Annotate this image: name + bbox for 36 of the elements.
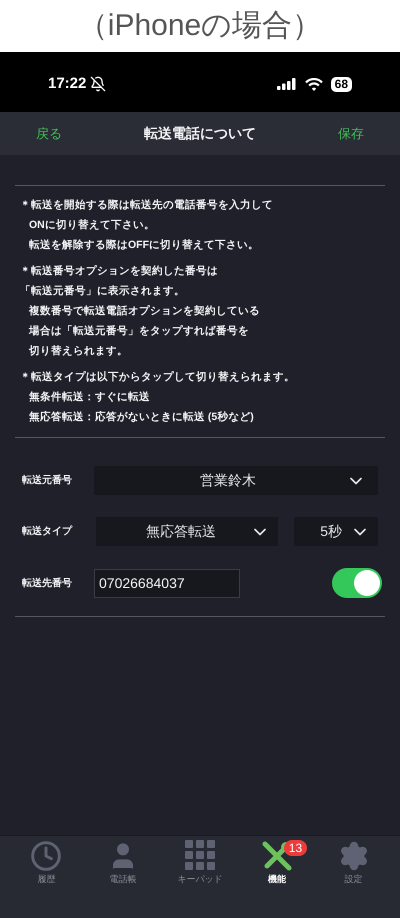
tab-bar-item[interactable]: 設定: [318, 840, 389, 884]
note-text: 無応答転送：応答がないときに転送 (5秒など): [28, 410, 255, 425]
destination-number-field[interactable]: 07026684037: [94, 568, 240, 598]
note-text: 切り替えられます。: [28, 344, 129, 359]
tab-bar-item[interactable]: 電話帳: [88, 840, 158, 884]
delay-dropdown[interactable]: 5秒: [294, 517, 378, 546]
save-button[interactable]: 保存: [338, 124, 364, 144]
note-text: 転送を解除する際はOFFに切り替えて下さい。: [28, 238, 260, 253]
note-text: 無条件転送：すぐに転送: [28, 390, 151, 405]
note-text: ＊転送タイプは以下からタップして切り替えられます。: [20, 370, 296, 385]
note-text: ONに切り替えて下さい。: [28, 218, 156, 233]
tab-bar-item[interactable]: 機能 13: [242, 840, 312, 884]
source-number-dropdown[interactable]: 営業鈴木: [94, 466, 378, 495]
signal-icon: [276, 78, 297, 90]
keypad-icon: [184, 840, 215, 870]
note-text: 「転送元番号」に表示されます。: [20, 284, 186, 299]
note-text: ＊転送を開始する際は転送先の電話番号を入力して: [20, 198, 274, 213]
screen-title: 転送電話について: [144, 124, 256, 143]
battery-indicator: 68: [330, 76, 352, 92]
type-dropdown[interactable]: 無応答転送: [96, 517, 278, 546]
field-label: 転送タイプ: [22, 524, 74, 539]
field-label: 転送先番号: [22, 576, 73, 590]
caption-title: （iPhoneの場合）: [78, 11, 322, 41]
tab-bar-item[interactable]: キーパッド: [164, 840, 235, 884]
notification-badge: 13: [284, 840, 308, 856]
wifi-icon: [304, 78, 323, 90]
field-label: 転送元番号: [22, 474, 73, 488]
note-text: 場合は「転送元番号」をタップすれば番号を: [28, 324, 250, 339]
forwarding-toggle[interactable]: [332, 568, 382, 598]
bell-off-icon: [90, 76, 106, 92]
note-text: ＊転送番号オプションを契約した番号は: [20, 264, 219, 279]
status-time: 17:22: [48, 74, 86, 94]
clock-icon: [30, 840, 62, 872]
tab-bar-item[interactable]: 履歴: [11, 840, 82, 884]
back-button[interactable]: 戻る: [36, 124, 62, 144]
note-text: 複数番号で転送電話オプションを契約している: [28, 304, 261, 319]
